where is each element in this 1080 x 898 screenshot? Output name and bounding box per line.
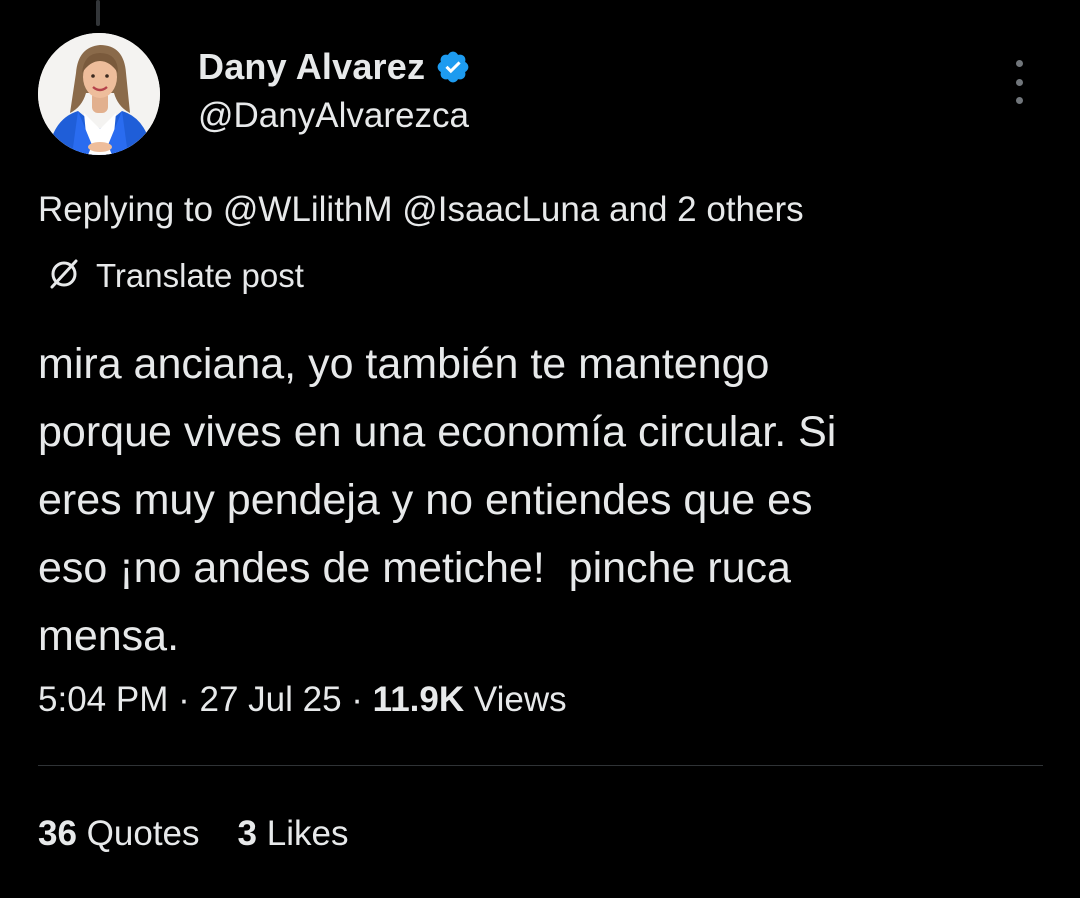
author-handle[interactable]: @DanyAlvarezca <box>198 96 469 136</box>
quotes-label: Quotes <box>86 814 200 853</box>
reply-mention[interactable]: @WLilithM <box>223 190 393 229</box>
likes-stat-link[interactable]: 3 Likes <box>238 814 349 854</box>
quotes-stat-link[interactable]: 36 Quotes <box>38 814 200 854</box>
thread-connector-line <box>96 0 100 26</box>
engagement-stats: 36 Quotes 3 Likes <box>38 814 348 854</box>
translate-icon <box>46 256 82 297</box>
post-time[interactable]: 5:04 PM <box>38 680 168 719</box>
reply-mention[interactable]: @IsaacLuna <box>402 190 599 229</box>
translate-post-button[interactable]: Translate post <box>46 254 304 298</box>
meta-separator: · <box>178 680 190 719</box>
views-label: Views <box>473 680 567 719</box>
post-text: mira anciana, yo también te mantengo por… <box>38 340 837 660</box>
reply-context: Replying to @WLilithM @IsaacLuna and 2 o… <box>38 190 804 230</box>
post-date[interactable]: 27 Jul 25 <box>199 680 341 719</box>
post-meta: 5:04 PM · 27 Jul 25 · 11.9K Views <box>38 680 567 720</box>
likes-label: Likes <box>266 814 349 853</box>
reply-prefix: Replying to <box>38 190 214 229</box>
more-dot <box>1015 78 1023 86</box>
verified-badge-icon <box>435 49 471 85</box>
avatar-photo <box>38 33 160 155</box>
more-dot <box>1015 97 1023 104</box>
translate-label: Translate post <box>96 257 304 294</box>
quotes-count: 36 <box>38 814 77 853</box>
likes-count: 3 <box>237 814 257 853</box>
reply-others-link[interactable]: and 2 others <box>609 190 804 229</box>
divider <box>38 765 1043 766</box>
more-dot <box>1015 60 1023 67</box>
author-name-row[interactable]: Dany Alvarez <box>198 44 471 90</box>
more-vertical-icon[interactable] <box>1006 60 1032 104</box>
avatar[interactable] <box>38 33 160 155</box>
author-display-name[interactable]: Dany Alvarez <box>198 46 425 88</box>
views-count: 11.9K <box>372 680 465 719</box>
meta-separator: · <box>351 680 363 719</box>
